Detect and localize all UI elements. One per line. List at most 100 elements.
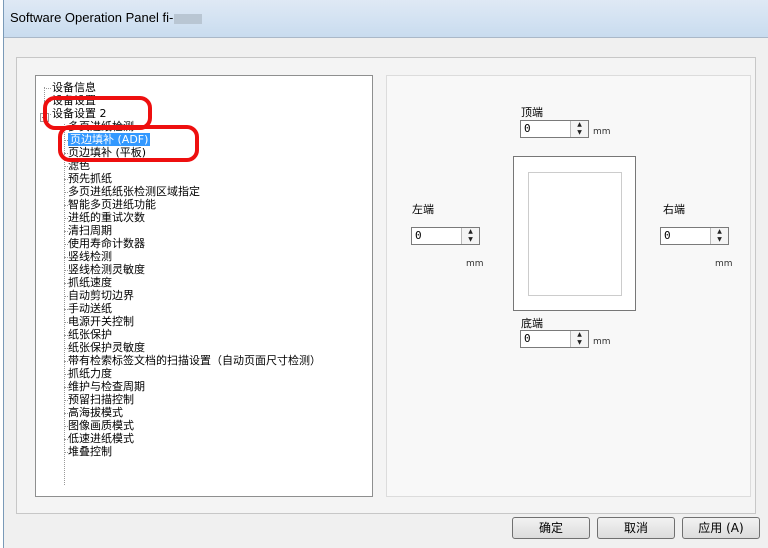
tree-item-label: 设备设置 2 <box>52 107 107 120</box>
bottom-margin-unit: mm <box>593 337 611 347</box>
tree-item[interactable]: 进纸的重试次数 <box>68 212 145 224</box>
right-margin-unit: mm <box>715 259 733 269</box>
tree-connector <box>64 400 68 401</box>
tree-item-label: 预先抓纸 <box>68 172 112 185</box>
tree-connector <box>64 231 68 232</box>
tree-item[interactable]: 自动剪切边界 <box>68 290 134 302</box>
tree-item[interactable]: 维护与检查周期 <box>68 381 145 393</box>
tree-item[interactable]: 高海拔模式 <box>68 407 123 419</box>
tree-connector <box>64 140 68 141</box>
tree-item[interactable]: 手动送纸 <box>68 303 112 315</box>
tree-item[interactable]: 带有检索标签文档的扫描设置（自动页面尺寸检测） <box>68 355 321 367</box>
spin-down-icon[interactable]: ▼ <box>462 236 479 244</box>
tree-connector <box>64 127 68 128</box>
tree-connector <box>64 192 68 193</box>
spin-up-icon[interactable]: ▲ <box>462 228 479 236</box>
tree-item[interactable]: 页边填补 (ADF) <box>68 133 151 146</box>
tree-item-label: 堆叠控制 <box>68 445 112 458</box>
tree-item-label: 带有检索标签文档的扫描设置（自动页面尺寸检测） <box>68 354 321 367</box>
window-title: Software Operation Panel fi- <box>10 10 203 25</box>
left-margin-value[interactable]: 0 <box>415 229 422 242</box>
top-margin-spinner[interactable]: 0 ▲ ▼ <box>520 120 589 138</box>
right-margin-spin-buttons[interactable]: ▲ ▼ <box>710 228 728 244</box>
tree-connector <box>64 452 68 453</box>
tree-item[interactable]: 清扫周期 <box>68 225 112 237</box>
tree-item-label: 图像画质模式 <box>68 419 134 432</box>
right-margin-value[interactable]: 0 <box>664 229 671 242</box>
tree-item-label: 滤色 <box>68 159 90 172</box>
tree-connector <box>64 218 68 219</box>
bottom-margin-value[interactable]: 0 <box>524 332 531 345</box>
right-margin-spinner[interactable]: 0 ▲ ▼ <box>660 227 729 245</box>
tree-item[interactable]: 图像画质模式 <box>68 420 134 432</box>
tree-connector <box>64 322 68 323</box>
tree-item[interactable]: 页边填补 (平板) <box>68 147 146 159</box>
tree-item[interactable]: 堆叠控制 <box>68 446 112 458</box>
cancel-button[interactable]: 取消 <box>597 517 675 539</box>
top-margin-label: 顶端 <box>521 106 543 119</box>
title-bar[interactable]: Software Operation Panel fi- <box>4 0 768 38</box>
tree-item[interactable]: 滤色 <box>68 160 90 172</box>
tree-item[interactable]: 竖线检测 <box>68 251 112 263</box>
tree-item[interactable]: 纸张保护灵敏度 <box>68 342 145 354</box>
tree-root-guide <box>44 87 45 113</box>
tree-item-label: 手动送纸 <box>68 302 112 315</box>
tree-item[interactable]: 电源开关控制 <box>68 316 134 328</box>
tree-connector <box>44 114 51 115</box>
settings-tree[interactable]: − 设备信息 设备设置 设备设置 2 多页进纸检测 页边填补 (ADF) 页边填补 (平板… <box>35 75 373 497</box>
spin-down-icon[interactable]: ▼ <box>571 339 588 347</box>
tree-item[interactable]: 设备设置 <box>52 95 96 107</box>
tree-connector <box>64 335 68 336</box>
spin-down-icon[interactable]: ▼ <box>571 129 588 137</box>
tree-item-label: 页边填补 (平板) <box>68 146 147 159</box>
tree-item-label: 抓纸速度 <box>68 276 112 289</box>
spin-up-icon[interactable]: ▲ <box>571 331 588 339</box>
tree-item-label: 电源开关控制 <box>68 315 134 328</box>
bottom-margin-spinner[interactable]: 0 ▲ ▼ <box>520 330 589 348</box>
apply-button[interactable]: 应用 (A) <box>682 517 760 539</box>
tree-connector <box>44 88 51 89</box>
tree-connector <box>64 244 68 245</box>
tree-item[interactable]: 设备信息 <box>52 82 96 94</box>
tree-item-label: 使用寿命计数器 <box>68 237 145 250</box>
tree-item[interactable]: 抓纸力度 <box>68 368 112 380</box>
tree-item[interactable]: 使用寿命计数器 <box>68 238 145 250</box>
paper-preview <box>513 156 636 311</box>
tree-item[interactable]: 抓纸速度 <box>68 277 112 289</box>
top-margin-value[interactable]: 0 <box>524 122 531 135</box>
tree-item[interactable]: 多页进纸检测 <box>68 121 134 133</box>
left-margin-spinner[interactable]: 0 ▲ ▼ <box>411 227 480 245</box>
tree-item[interactable]: 预留扫描控制 <box>68 394 134 406</box>
tree-item-label: 抓纸力度 <box>68 367 112 380</box>
tree-item-label: 维护与检查周期 <box>68 380 145 393</box>
tree-connector <box>64 166 68 167</box>
tree-item[interactable]: 设备设置 2 <box>52 108 107 120</box>
top-margin-spin-buttons[interactable]: ▲ ▼ <box>570 121 588 137</box>
tree-item-label: 页边填补 (ADF) <box>68 133 151 146</box>
ok-button[interactable]: 确定 <box>512 517 590 539</box>
spin-up-icon[interactable]: ▲ <box>711 228 728 236</box>
tree-item[interactable]: 竖线检测灵敏度 <box>68 264 145 276</box>
spin-down-icon[interactable]: ▼ <box>711 236 728 244</box>
spin-up-icon[interactable]: ▲ <box>571 121 588 129</box>
tree-item[interactable]: 多页进纸纸张检测区域指定 <box>68 186 200 198</box>
tree-item[interactable]: 智能多页进纸功能 <box>68 199 156 211</box>
tree-item-label: 多页进纸检测 <box>68 120 134 133</box>
left-margin-spin-buttons[interactable]: ▲ ▼ <box>461 228 479 244</box>
paper-margin-outline <box>528 172 622 296</box>
left-margin-label: 左端 <box>412 203 434 216</box>
bottom-margin-spin-buttons[interactable]: ▲ ▼ <box>570 331 588 347</box>
tree-item-label: 纸张保护灵敏度 <box>68 341 145 354</box>
bottom-margin-label: 底端 <box>521 317 543 330</box>
tree-item-label: 多页进纸纸张检测区域指定 <box>68 185 200 198</box>
tree-connector <box>64 413 68 414</box>
tree-item[interactable]: 预先抓纸 <box>68 173 112 185</box>
tree-connector <box>64 296 68 297</box>
tree-item-label: 预留扫描控制 <box>68 393 134 406</box>
tree-connector <box>64 387 68 388</box>
tree-item[interactable]: 低速进纸模式 <box>68 433 134 445</box>
tree-connector <box>64 257 68 258</box>
tree-connector <box>64 361 68 362</box>
tree-item[interactable]: 纸张保护 <box>68 329 112 341</box>
tree-item-label: 设备设置 <box>52 94 96 107</box>
